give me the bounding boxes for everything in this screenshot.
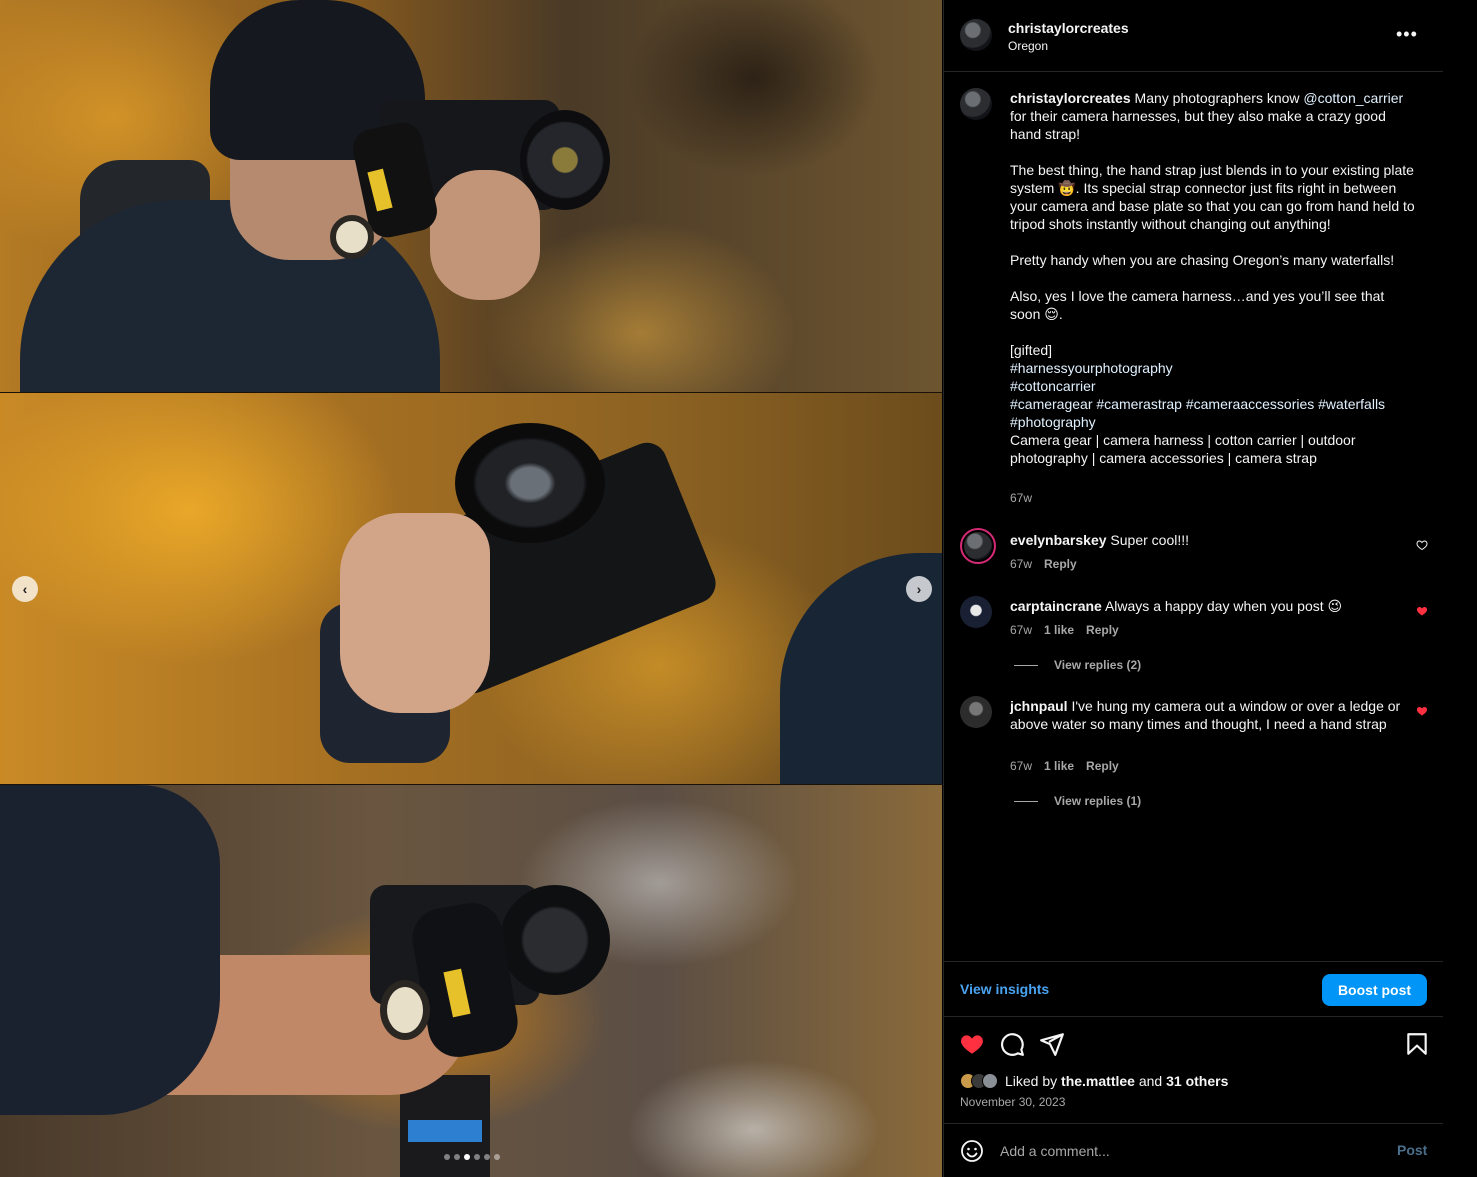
comment-username[interactable]: carptaincrane: [1010, 598, 1102, 614]
photo-detail: [430, 170, 540, 300]
carousel-dot: [474, 1154, 480, 1160]
hashtag-link[interactable]: #harnessyourphotography: [1010, 359, 1415, 377]
caption-username[interactable]: christaylorcreates: [1010, 90, 1131, 106]
comment-username[interactable]: evelynbarskey: [1010, 532, 1107, 548]
post-date[interactable]: November 30, 2023: [960, 1095, 1065, 1109]
comment-text: carptaincrane Always a happy day when yo…: [1010, 597, 1405, 615]
comment-meta: 67w 1 like Reply: [1010, 623, 1119, 637]
post-header: christaylorcreates Oregon •••: [944, 0, 1443, 72]
avatar[interactable]: [960, 19, 992, 51]
add-comment-input[interactable]: [1000, 1138, 1380, 1164]
photo-detail: [408, 1120, 482, 1142]
post-location[interactable]: Oregon: [1008, 39, 1048, 53]
view-replies-button[interactable]: View replies (1): [1014, 794, 1141, 808]
comment-time[interactable]: 67w: [1010, 759, 1032, 773]
caption-text: Many photographers know: [1130, 90, 1304, 106]
avatar[interactable]: [960, 88, 992, 120]
heart-icon[interactable]: [959, 1031, 985, 1057]
likes-text: Liked by the.mattlee and 31 others: [1005, 1073, 1228, 1089]
carousel-dot: [454, 1154, 460, 1160]
heart-icon[interactable]: [1416, 605, 1428, 617]
photo-detail: [0, 785, 220, 1115]
photo-panel-bottom: [0, 785, 942, 1177]
post-side-panel: christaylorcreates Oregon ••• christaylo…: [943, 0, 1443, 1177]
heart-icon[interactable]: [1416, 705, 1428, 717]
liker-username[interactable]: the.mattlee: [1061, 1073, 1135, 1089]
post-caption: christaylorcreates Many photographers kn…: [1010, 89, 1415, 467]
comment-composer: Post: [944, 1123, 1443, 1177]
mention-link[interactable]: @cotton_carrier: [1303, 90, 1403, 106]
comment-likes[interactable]: 1 like: [1044, 759, 1074, 773]
carousel-dot: [444, 1154, 450, 1160]
post-username[interactable]: christaylorcreates: [1008, 20, 1129, 36]
avatar[interactable]: [960, 596, 992, 628]
avatar[interactable]: [960, 528, 996, 564]
likes-others[interactable]: 31 others: [1166, 1073, 1228, 1089]
carousel-dot: [484, 1154, 490, 1160]
comment-text: jchnpaul I've hung my camera out a windo…: [1010, 697, 1405, 733]
comment-icon[interactable]: [999, 1031, 1025, 1057]
caption-text: Camera gear | camera harness | cotton ca…: [1010, 432, 1356, 466]
comment-likes[interactable]: 1 like: [1044, 623, 1074, 637]
share-icon[interactable]: [1039, 1031, 1065, 1057]
caption-text: for their camera harnesses, but they als…: [1010, 108, 1386, 142]
comment-meta: 67w Reply: [1010, 557, 1077, 571]
caption-text: Also, yes I love the camera harness…and …: [1010, 288, 1385, 322]
avatar: [982, 1073, 998, 1089]
divider: [1014, 800, 1038, 802]
chevron-right-icon[interactable]: ›: [906, 576, 932, 602]
comment-body: Always a happy day when you post 😉: [1104, 598, 1343, 614]
divider: [1014, 664, 1038, 666]
view-replies-label[interactable]: View replies (1): [1054, 794, 1141, 808]
comment-body: I've hung my camera out a window or over…: [1010, 698, 1401, 732]
caption-text: Pretty handy when you are chasing Oregon…: [1010, 252, 1395, 268]
photo-detail: [340, 513, 490, 713]
view-insights-link[interactable]: View insights: [960, 981, 1049, 997]
post-actions: [944, 1028, 1443, 1060]
carousel-dot-active: [464, 1154, 470, 1160]
photo-detail: [380, 980, 430, 1040]
view-replies-button[interactable]: View replies (2): [1014, 658, 1141, 672]
insights-bar: View insights Boost post: [944, 961, 1443, 1017]
photo-panel-middle: [0, 393, 942, 784]
reply-button[interactable]: Reply: [1044, 557, 1077, 571]
more-icon[interactable]: •••: [1396, 24, 1418, 45]
comment-time[interactable]: 67w: [1010, 557, 1032, 571]
photo-detail: [330, 215, 374, 259]
emoji-icon[interactable]: [960, 1139, 984, 1163]
post-comment-button[interactable]: Post: [1397, 1142, 1427, 1158]
heart-icon[interactable]: [1416, 539, 1428, 551]
caption-text: The best thing, the hand strap just blen…: [1010, 162, 1415, 232]
caption-timestamp[interactable]: 67w: [1010, 491, 1032, 505]
comment-body: Super cool!!!: [1110, 532, 1190, 548]
comment-text: evelynbarskey Super cool!!!: [1010, 531, 1405, 549]
comment-time[interactable]: 67w: [1010, 623, 1032, 637]
comment-username[interactable]: jchnpaul: [1010, 698, 1068, 714]
photo-detail: [500, 885, 610, 995]
carousel-dot: [494, 1154, 500, 1160]
reply-button[interactable]: Reply: [1086, 759, 1119, 773]
carousel-dots: [444, 1154, 500, 1160]
likes-prefix: Liked by: [1005, 1073, 1062, 1089]
boost-post-button[interactable]: Boost post: [1322, 974, 1427, 1006]
post-media-carousel[interactable]: ‹ ›: [0, 0, 942, 1177]
hashtag-link[interactable]: #cameragear #camerastrap #cameraaccessor…: [1010, 395, 1415, 431]
reply-button[interactable]: Reply: [1086, 623, 1119, 637]
likes-middle: and: [1134, 1073, 1167, 1089]
likes-summary: Liked by the.mattlee and 31 others: [960, 1073, 1228, 1089]
photo-panel-top: [0, 0, 942, 392]
caption-text: [gifted]: [1010, 342, 1053, 358]
view-replies-label[interactable]: View replies (2): [1054, 658, 1141, 672]
chevron-left-icon[interactable]: ‹: [12, 576, 38, 602]
hashtag-link[interactable]: #cottoncarrier: [1010, 377, 1415, 395]
avatar[interactable]: [960, 696, 992, 728]
comment-meta: 67w 1 like Reply: [1010, 759, 1119, 773]
bookmark-icon[interactable]: [1404, 1031, 1430, 1057]
